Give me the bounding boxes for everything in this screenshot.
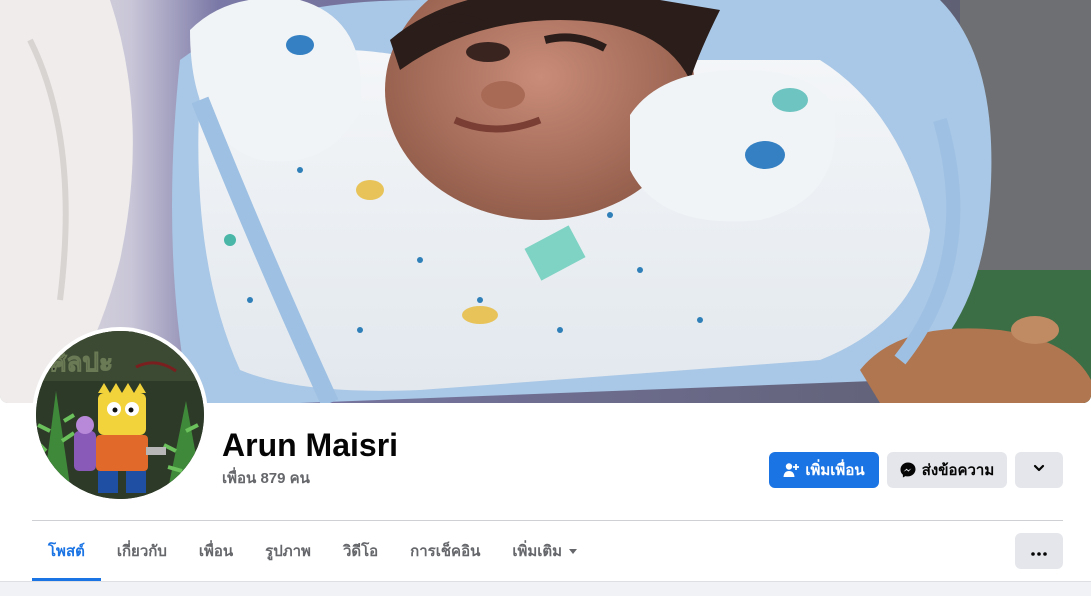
more-actions-button[interactable] bbox=[1015, 533, 1063, 569]
tab-label: เพิ่มเติม bbox=[512, 543, 563, 560]
friends-count[interactable]: เพื่อน 879 คน bbox=[222, 469, 310, 489]
add-friend-button[interactable]: เพิ่มเพื่อน bbox=[769, 452, 879, 488]
tab-label: โพสต์ bbox=[48, 543, 85, 560]
tab-videos[interactable]: วิดีโอ bbox=[327, 521, 394, 581]
profile-tabs: โพสต์ เกี่ยวกับ เพื่อน รูปภาพ วิดีโอ การ… bbox=[32, 521, 594, 581]
profile-name: Arun Maisri bbox=[222, 427, 399, 463]
tab-label: การเช็คอิน bbox=[410, 543, 481, 560]
tab-label: เพื่อน bbox=[198, 543, 234, 560]
tab-about[interactable]: เกี่ยวกับ bbox=[101, 521, 183, 581]
message-label: ส่งข้อความ bbox=[921, 462, 995, 479]
messenger-icon bbox=[900, 462, 916, 478]
tab-photos[interactable]: รูปภาพ bbox=[249, 521, 327, 581]
message-button[interactable]: ส่งข้อความ bbox=[887, 452, 1007, 488]
tab-check-ins[interactable]: การเช็คอิน bbox=[394, 521, 496, 581]
tab-friends[interactable]: เพื่อน bbox=[183, 521, 249, 581]
profile-page: ศิลปะ Arun Maisri เพื่อน 879 คน เพิ่มเพื… bbox=[0, 0, 1091, 596]
add-friend-icon bbox=[783, 462, 800, 478]
tab-label: วิดีโอ bbox=[342, 543, 379, 560]
more-options-dropdown-button[interactable] bbox=[1015, 452, 1063, 488]
profile-picture[interactable]: ศิลปะ bbox=[32, 327, 208, 503]
page-background-strip bbox=[0, 581, 1091, 596]
chevron-down-icon bbox=[1032, 461, 1046, 479]
tab-label: รูปภาพ bbox=[265, 543, 311, 560]
tab-more[interactable]: เพิ่มเติม bbox=[496, 521, 594, 581]
svg-text:ศิลปะ: ศิลปะ bbox=[50, 348, 113, 378]
profile-picture-image: ศิลปะ bbox=[36, 331, 204, 499]
caret-down-icon bbox=[568, 546, 578, 556]
add-friend-label: เพิ่มเพื่อน bbox=[805, 462, 865, 479]
ellipsis-icon bbox=[1031, 543, 1047, 560]
tab-posts[interactable]: โพสต์ bbox=[32, 521, 101, 581]
tab-label: เกี่ยวกับ bbox=[116, 543, 167, 560]
